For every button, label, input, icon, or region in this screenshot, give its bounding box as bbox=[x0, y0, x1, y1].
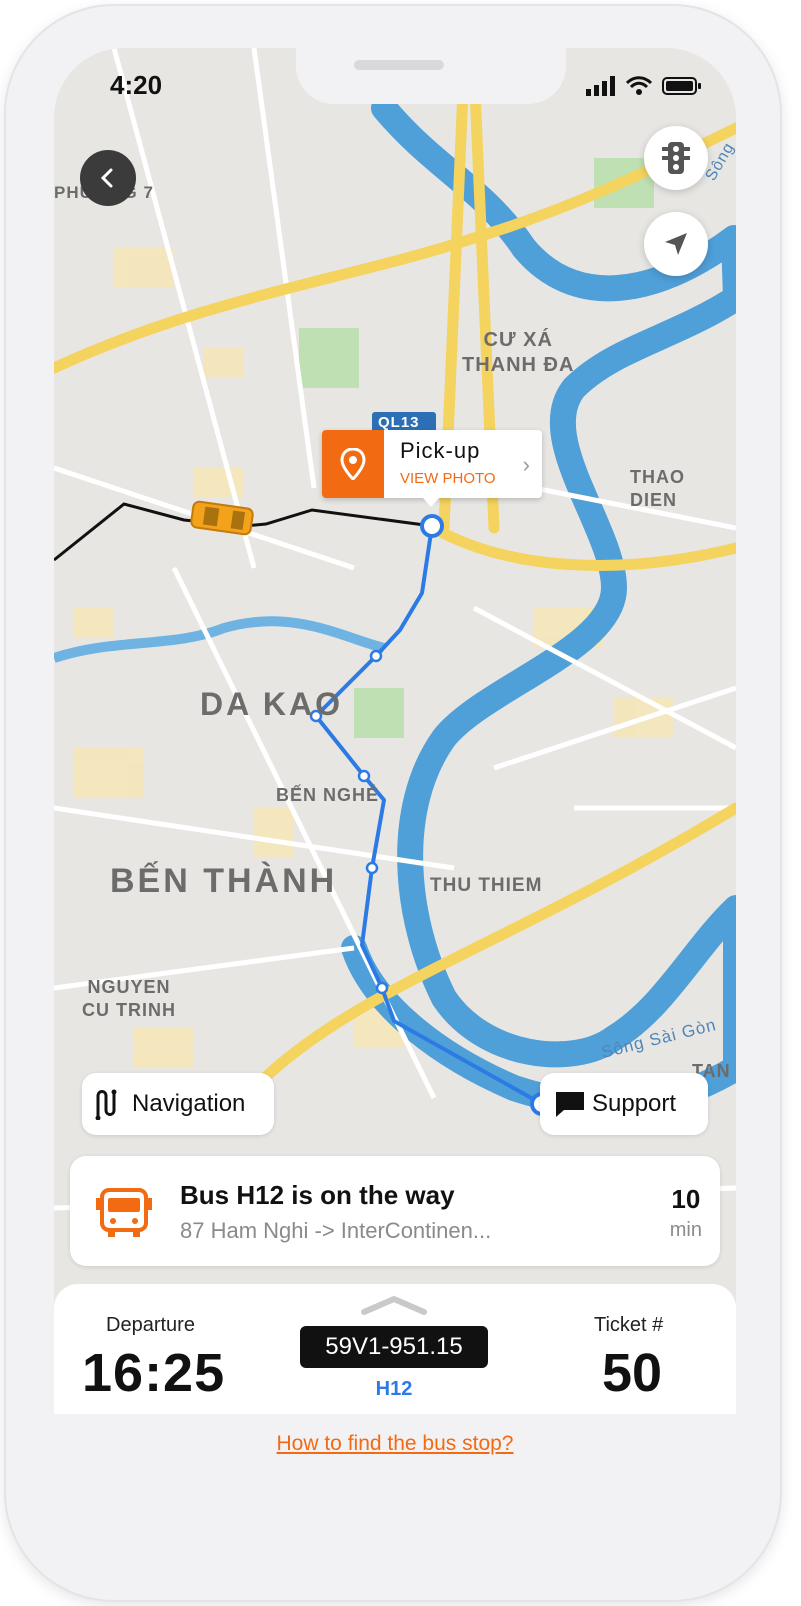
status-time: 4:20 bbox=[110, 70, 163, 100]
ticket-label: Ticket # bbox=[594, 1314, 664, 1336]
app-screen: PHƯỜNG 7 CƯ XÁ THANH ĐA QL13 THAO DIEN D… bbox=[54, 48, 736, 1578]
trip-details-panel: Departure 16:25 59V1-951.15 H12 Ticket #… bbox=[54, 1284, 736, 1414]
eta: 10 min bbox=[670, 1184, 702, 1242]
chat-bubble-icon bbox=[556, 1092, 584, 1117]
departure-label: Departure bbox=[106, 1314, 195, 1336]
pickup-title: Pick-up bbox=[400, 438, 481, 463]
map-label-district: DA KAO bbox=[200, 686, 344, 722]
trip-status-title: Bus H12 is on the way bbox=[180, 1180, 455, 1210]
view-photo-link[interactable]: VIEW PHOTO bbox=[400, 470, 542, 487]
support-button[interactable]: Support bbox=[540, 1073, 708, 1135]
navigation-route-icon bbox=[95, 1089, 117, 1120]
departure-time: 16:25 bbox=[82, 1343, 226, 1403]
phone-frame: PHƯỜNG 7 CƯ XÁ THANH ĐA QL13 THAO DIEN D… bbox=[4, 4, 782, 1602]
map-label-district: THU THIEM bbox=[430, 875, 543, 896]
device-notch bbox=[296, 48, 566, 104]
map-label-district: BẾN THÀNH bbox=[110, 862, 338, 900]
wifi-icon bbox=[626, 76, 652, 95]
ticket-number: 50 bbox=[602, 1343, 663, 1403]
device-speaker bbox=[354, 60, 444, 70]
traffic-toggle-button[interactable] bbox=[644, 126, 708, 190]
pickup-callout[interactable]: Pick-up VIEW PHOTO › bbox=[322, 430, 542, 507]
eta-unit: min bbox=[669, 1219, 702, 1241]
trip-status-card[interactable]: Bus H12 is on the way 87 Ham Nghi -> Int… bbox=[70, 1156, 720, 1266]
trip-route-text: 87 Ham Nghi -> InterContinen... bbox=[180, 1218, 492, 1243]
map-pin-icon bbox=[340, 448, 366, 480]
map-label-district: THAO DIEN bbox=[630, 467, 685, 510]
navigation-button[interactable]: Navigation bbox=[82, 1073, 274, 1135]
eta-value: 10 bbox=[671, 1184, 701, 1214]
chevron-up-icon[interactable] bbox=[360, 1294, 428, 1316]
license-plate: 59V1-951.15 bbox=[300, 1326, 488, 1368]
back-button[interactable] bbox=[80, 150, 136, 206]
pickup-text: Pick-up VIEW PHOTO bbox=[384, 430, 542, 498]
battery-icon bbox=[662, 77, 701, 95]
recenter-location-button[interactable] bbox=[644, 212, 708, 276]
trip-details-sheet: Departure 16:25 59V1-951.15 H12 Ticket #… bbox=[54, 1284, 736, 1578]
traffic-light-icon bbox=[662, 142, 690, 174]
navigation-arrow-icon bbox=[665, 233, 687, 255]
cellular-signal-icon bbox=[586, 76, 615, 96]
status-icons bbox=[586, 76, 702, 96]
map-label-ward: BẾN NGHÉ bbox=[276, 785, 380, 805]
pickup-marker bbox=[322, 430, 384, 498]
map-label-district: CƯ XÁ THANH ĐA bbox=[462, 329, 575, 376]
route-code: H12 bbox=[375, 1378, 413, 1400]
navigation-label: Navigation bbox=[132, 1090, 246, 1117]
chevron-right-icon: › bbox=[522, 452, 530, 477]
bus-stop-help-link[interactable]: How to find the bus stop? bbox=[54, 1432, 736, 1456]
callout-tail bbox=[423, 498, 439, 507]
pickup-point bbox=[420, 514, 444, 538]
bus-icon bbox=[96, 1188, 152, 1237]
chevron-left-icon bbox=[100, 168, 113, 188]
support-label: Support bbox=[592, 1090, 677, 1117]
map-label-ward: NGUYEN CU TRINH bbox=[82, 977, 176, 1020]
